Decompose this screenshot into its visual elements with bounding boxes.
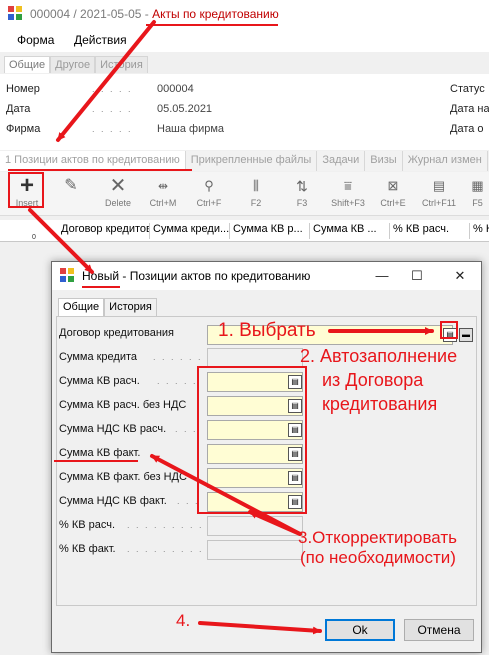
grid-header: 0 Договор кредитов... Сумма креди... Сум… [0,220,489,242]
number-label: Номер [6,83,40,95]
date-label: Дата [6,103,31,115]
app-icon [8,6,24,22]
kv-fact-percent-label: % КВ факт. [59,543,116,555]
annotation-step2-line3: кредитования [322,394,438,414]
tab-general[interactable]: Общие [4,56,51,73]
kv-calc-no-vat-label: Сумма КВ расч. без НДС [59,399,187,411]
date-o-label: Дата о [450,123,484,135]
tab-attached-files[interactable]: Прикрепленные файлы [185,151,318,171]
firm-value[interactable]: Наша фирма [157,123,224,135]
header-form: Номер . . . . . 000004 Дата . . . . . 05… [0,74,489,150]
main-window-title: 000004 / 2021-05-05 - Акты по кредитован… [30,7,279,21]
title-underline-annotation [146,24,278,26]
col-credit-amount[interactable]: Сумма креди... [150,223,230,239]
vat-kv-calc-label: Сумма НДС КВ расч. [59,423,167,435]
dialog-tab-general[interactable]: Общие [58,298,105,316]
export-button[interactable]: ⊠ Ctrl+E [374,174,412,212]
new-underline-annotation [82,286,120,288]
date-value[interactable]: 05.05.2021 [157,103,212,115]
annotation-step4: 4. [176,611,191,630]
kv-fact-no-vat-label: Сумма КВ факт. без НДС [59,471,187,483]
kv-fact-underline-annotation [54,460,138,462]
annotation-step1: 1. Выбрать [218,320,316,341]
toolbar: + Insert ✎ ✕ Delete ⇹ Ctrl+M ⚲ Ctrl+F ⫼ … [0,172,489,216]
ok-button[interactable]: Ok [325,619,395,641]
group-button[interactable]: ⩸ Shift+F3 [329,174,367,212]
mark-button[interactable]: ⇹ Ctrl+M [144,174,182,212]
col-kv-percent[interactable]: % КВ [470,223,489,239]
kv-fact-percent-field[interactable] [207,540,303,560]
mark-icon: ⇹ [157,179,169,193]
sort-icon: ⇅ [296,178,308,194]
maximize-icon[interactable]: ☐ [407,266,427,286]
kv-calc-percent-field[interactable] [207,516,303,536]
pencil-icon: ✎ [64,177,78,194]
export-icon: ⊠ [387,178,399,193]
menu-bar: Форма Действия [0,28,489,52]
refresh-button[interactable]: ▦ F5 [466,174,489,212]
dialog-title: Новый - Позиции актов по кредитованию [82,269,311,283]
document-icon: ▤ [432,178,446,193]
grid-icon: ▦ [471,178,484,193]
col-credit-contract[interactable]: Договор кредитов... [58,223,150,239]
credit-amount-label: Сумма кредита [59,351,138,363]
menu-actions[interactable]: Действия [74,33,127,47]
columns-icon: ⫼ [253,178,259,193]
kv-calc-percent-label: % КВ расч. [59,519,116,531]
filter-button[interactable]: ⫼ F2 [237,174,275,212]
insert-highlight-annotation [8,172,44,208]
kv-calc-amount-label: Сумма КВ расч. [59,375,140,387]
credit-amount-field[interactable] [207,348,303,368]
vat-kv-fact-label: Сумма НДС КВ факт. [59,495,167,507]
tab-change-log[interactable]: Журнал измен [402,151,488,171]
annotation-step2-line1: 2. Автозаполнение [300,346,458,366]
sort-button[interactable]: ⇅ F3 [283,174,321,212]
group-icon: ⩸ [344,178,352,193]
credit-contract-label: Договор кредитования [59,327,175,339]
annotation-step3-line1: 3.Откорректировать [298,528,458,547]
close-icon[interactable]: ✕ [450,266,470,286]
number-value[interactable]: 000004 [157,83,194,95]
dialog-tabs: Общие История [58,298,157,316]
grid-row-count: 0 [32,234,36,241]
delete-button[interactable]: ✕ Delete [99,174,137,212]
header-tabs: Общие Другое История [4,56,148,74]
minimize-icon[interactable]: — [372,266,392,286]
col-kv-amount[interactable]: Сумма КВ ... [310,223,390,239]
binoculars-icon: ⚲ [204,178,214,193]
menu-form[interactable]: Форма [17,33,54,47]
status-label: Статус [450,83,485,95]
detail-tabs: 1 Позиции актов по кредитованию Прикрепл… [0,151,489,171]
col-kv-calc-percent[interactable]: % КВ расч. [390,223,470,239]
kv-fact-amount-label: Сумма КВ факт. [59,447,141,459]
tab-other[interactable]: Другое [50,56,96,73]
firm-label: Фирма [6,123,41,135]
dialog-tab-history[interactable]: История [104,298,157,316]
tab-underline-annotation [8,169,192,171]
clear-icon[interactable]: ▬ [459,328,473,342]
app-icon [60,268,76,284]
annotation-step3-line2: (по необходимости) [300,548,456,567]
cancel-button[interactable]: Отмена [404,619,474,641]
tab-visas[interactable]: Визы [365,151,403,171]
autofill-fields-box-annotation [197,366,307,514]
tab-positions[interactable]: 1 Позиции актов по кредитованию [0,151,186,171]
col-kv-calc-amount[interactable]: Сумма КВ р... [230,223,310,239]
delete-x-icon: ✕ [109,175,127,197]
date-n-label: Дата на [450,103,489,115]
print-button[interactable]: ▤ Ctrl+F11 [420,174,458,212]
find-button[interactable]: ⚲ Ctrl+F [190,174,228,212]
select-highlight-annotation [440,321,458,339]
annotation-step2-line2: из Договора [322,370,424,390]
tab-history[interactable]: История [95,56,148,73]
edit-button[interactable]: ✎ [52,174,90,212]
tab-tasks[interactable]: Задачи [317,151,366,171]
